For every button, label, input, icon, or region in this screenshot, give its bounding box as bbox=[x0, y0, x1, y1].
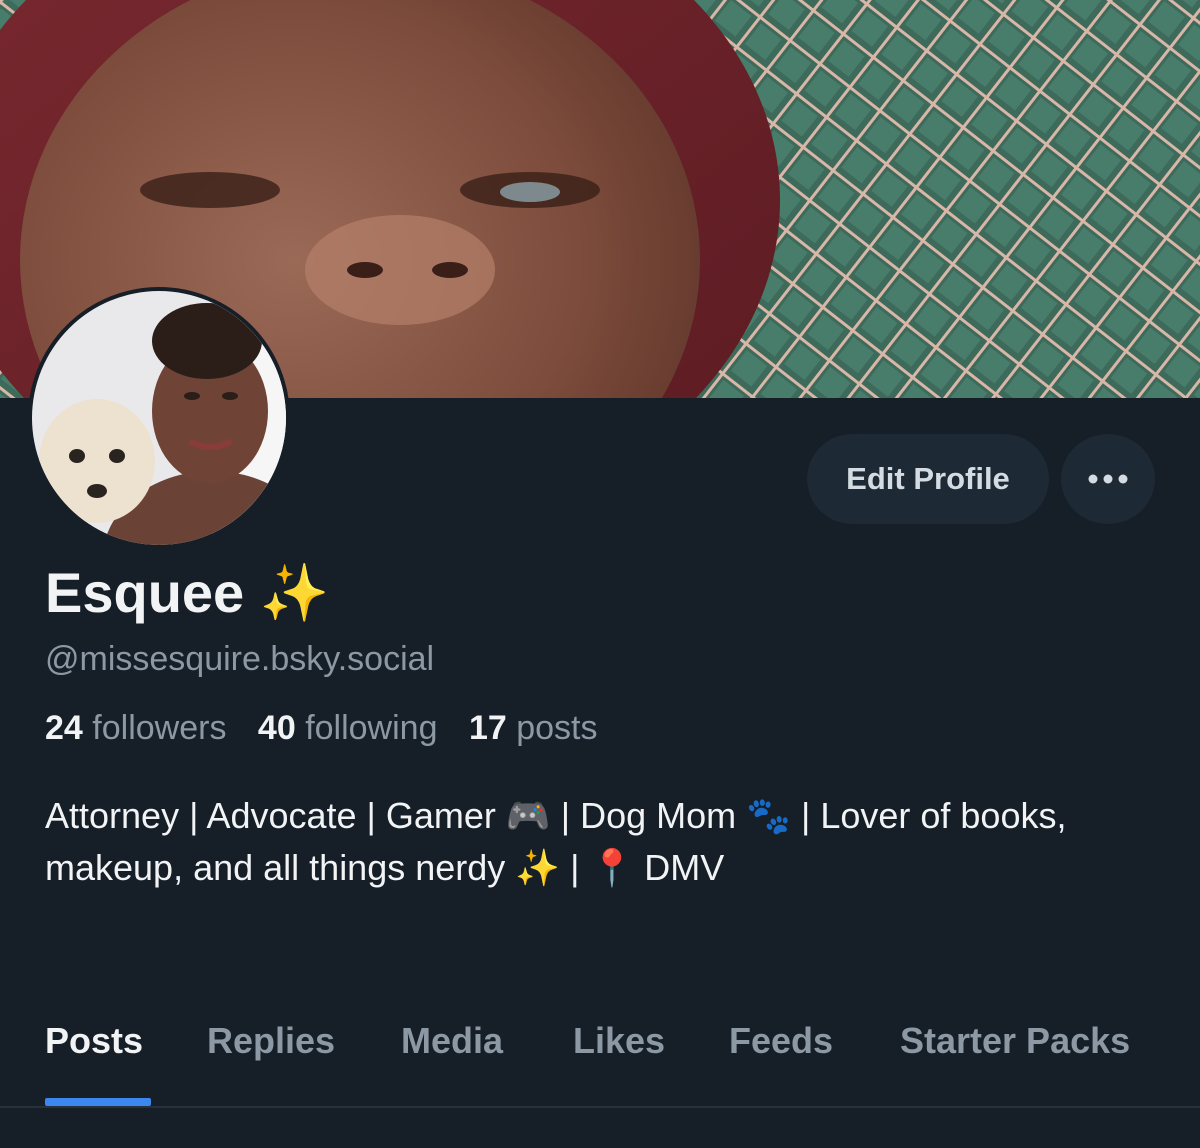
tab-likes[interactable]: Likes bbox=[573, 1020, 665, 1062]
profile-handle: @missesquire.bsky.social bbox=[45, 640, 435, 678]
tab-replies[interactable]: Replies bbox=[207, 1020, 335, 1062]
followers-count: 24 bbox=[45, 709, 83, 747]
edit-profile-button[interactable]: Edit Profile bbox=[807, 434, 1049, 524]
ellipsis-icon bbox=[1088, 472, 1128, 487]
followers-label: followers bbox=[92, 709, 227, 747]
tab-feeds[interactable]: Feeds bbox=[729, 1020, 833, 1062]
active-tab-indicator bbox=[45, 1098, 151, 1106]
profile-tabs: Posts Replies Media Likes Feeds Starter … bbox=[0, 1020, 1200, 1106]
more-options-button[interactable] bbox=[1061, 434, 1155, 524]
profile-bio: Attorney | Advocate | Gamer 🎮 | Dog Mom … bbox=[45, 795, 1067, 888]
profile-stats: 24 followers 40 following 17 posts bbox=[45, 709, 620, 748]
posts-stat: 17 posts bbox=[469, 709, 598, 747]
display-name: Esquee ✨ bbox=[45, 561, 330, 624]
following-label: following bbox=[305, 709, 438, 747]
following-stat[interactable]: 40 following bbox=[258, 709, 438, 747]
followers-stat[interactable]: 24 followers bbox=[45, 709, 226, 747]
tab-media[interactable]: Media bbox=[401, 1020, 503, 1062]
profile-avatar[interactable] bbox=[28, 287, 290, 549]
following-count: 40 bbox=[257, 709, 296, 747]
tab-posts[interactable]: Posts bbox=[45, 1020, 143, 1062]
posts-label: posts bbox=[516, 709, 598, 747]
posts-count: 17 bbox=[468, 709, 507, 747]
tab-starter-packs[interactable]: Starter Packs bbox=[900, 1020, 1130, 1062]
tabs-divider bbox=[0, 1106, 1200, 1108]
